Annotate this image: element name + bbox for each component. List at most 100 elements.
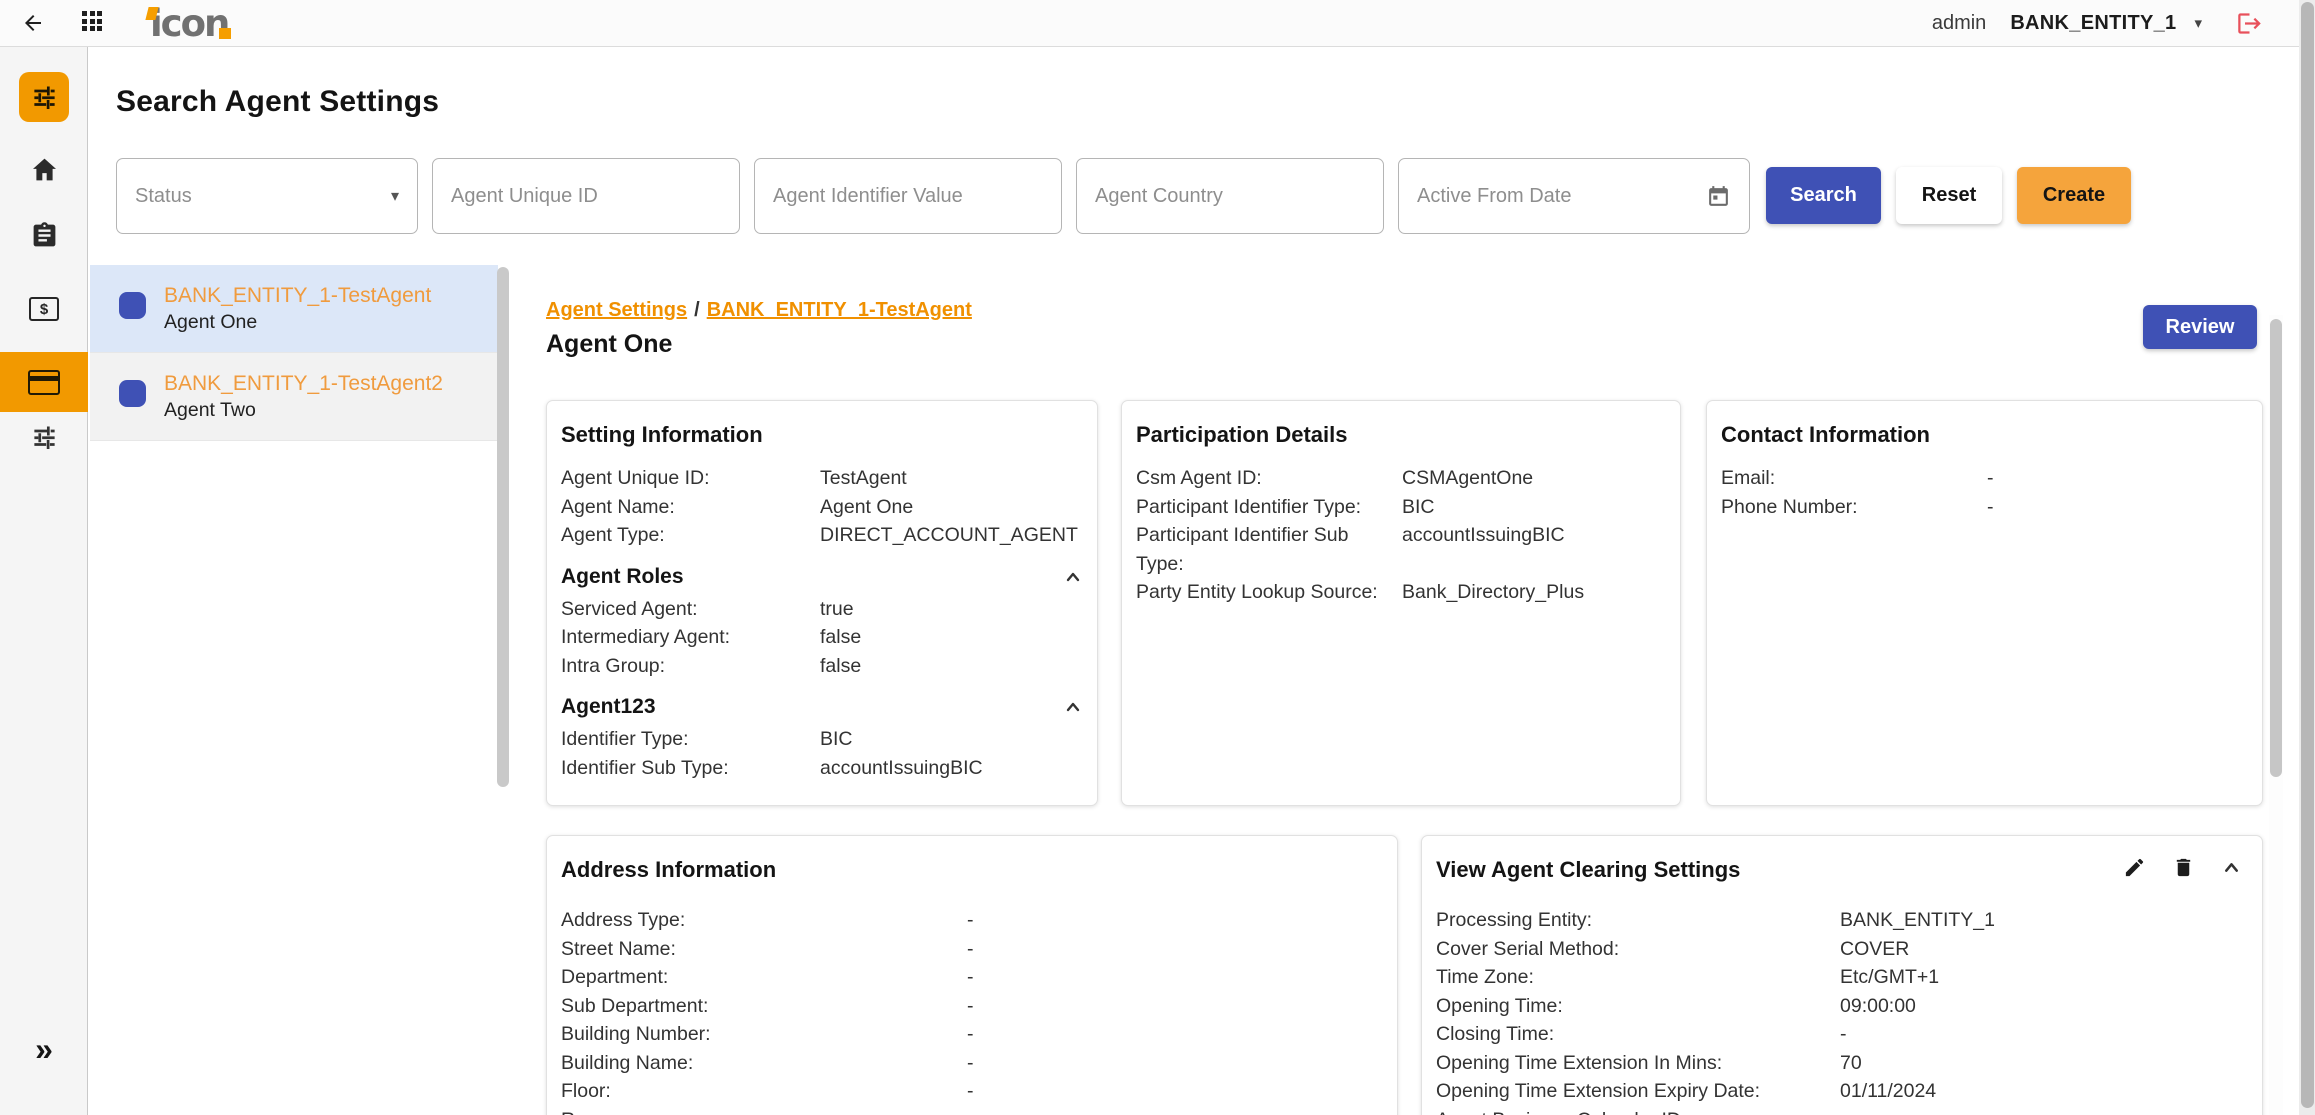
- detail-row: Room:-: [561, 1106, 1383, 1115]
- address-information-card: Address Information Address Type:- Stree…: [546, 835, 1398, 1115]
- card-title: View Agent Clearing Settings: [1436, 856, 1740, 884]
- entity-selector-label[interactable]: BANK_ENTITY_1: [2010, 12, 2176, 35]
- detail-row: Intermediary Agent:false: [561, 623, 1083, 652]
- list-item-agent-one[interactable]: BANK_ENTITY_1-TestAgent Agent One: [90, 265, 498, 353]
- agent-color-swatch: [119, 292, 146, 319]
- detail-row: Agent Unique ID:TestAgent: [561, 464, 1083, 493]
- detail-row: Sub Department:-: [561, 992, 1383, 1021]
- sidebar-item-tasks[interactable]: [0, 221, 88, 250]
- status-placeholder: Status: [135, 185, 391, 208]
- detail-row: Agent Business Calendar ID:-: [1436, 1106, 2248, 1115]
- payment-icon: $: [29, 297, 59, 321]
- tune-icon: [31, 84, 58, 111]
- breadcrumb-link-agent-settings[interactable]: Agent Settings: [546, 299, 687, 321]
- card-title: Contact Information: [1721, 421, 2248, 449]
- search-button[interactable]: Search: [1766, 167, 1881, 224]
- agent-name-label: Agent Two: [164, 397, 443, 423]
- sidebar-expand-icon[interactable]: »: [0, 1032, 88, 1066]
- detail-row: Floor:-: [561, 1077, 1383, 1106]
- card-title: Setting Information: [561, 421, 1083, 449]
- delete-trash-icon[interactable]: [2172, 856, 2195, 879]
- logo-text: icon: [150, 2, 228, 45]
- card-title: Participation Details: [1136, 421, 1666, 449]
- agent-id-label: BANK_ENTITY_1-TestAgent: [164, 282, 431, 309]
- agent-identifier-value-field[interactable]: [754, 158, 1062, 234]
- detail-row: Party Entity Lookup Source:Bank_Director…: [1136, 578, 1666, 607]
- sidebar-item-settings[interactable]: [0, 424, 88, 451]
- topbar: icon admin BANK_ENTITY_1 ▾: [0, 0, 2315, 47]
- active-from-date-field[interactable]: [1398, 158, 1750, 234]
- scrollbar-thumb[interactable]: [2270, 319, 2282, 777]
- calendar-icon[interactable]: [1706, 184, 1731, 209]
- logout-icon[interactable]: [2236, 10, 2263, 37]
- detail-row: Cover Serial Method:COVER: [1436, 935, 2248, 964]
- detail-row: Identifier Sub Type:accountIssuingBIC: [561, 754, 1083, 783]
- detail-row: Street Name:-: [561, 935, 1383, 964]
- back-icon[interactable]: [16, 6, 50, 40]
- detail-row: Email:-: [1721, 464, 2248, 493]
- detail-row: Processing Entity:BANK_ENTITY_1: [1436, 906, 2248, 935]
- detail-row: Closing Time:-: [1436, 1020, 2248, 1049]
- apps-grid-icon[interactable]: [82, 11, 106, 35]
- agent-unique-id-input[interactable]: [451, 185, 721, 208]
- breadcrumb-link-current-agent[interactable]: BANK_ENTITY_1-TestAgent: [707, 299, 972, 321]
- collapse-chevron-up-icon[interactable]: [1063, 567, 1083, 587]
- agent-detail-title: Agent One: [546, 330, 672, 359]
- setting-information-card: Setting Information Agent Unique ID:Test…: [546, 400, 1098, 806]
- agent-name-label: Agent One: [164, 309, 431, 335]
- collapse-chevron-up-icon[interactable]: [2221, 857, 2242, 878]
- main-content: Search Agent Settings Status ▾ Search Re…: [89, 47, 2299, 1115]
- participation-details-card: Participation Details Csm Agent ID:CSMAg…: [1121, 400, 1681, 806]
- detail-pane-scrollbar[interactable]: [2269, 315, 2283, 1115]
- review-button[interactable]: Review: [2143, 305, 2257, 349]
- sidebar-item-payments[interactable]: $: [0, 297, 88, 321]
- detail-row: Opening Time Extension Expiry Date:01/11…: [1436, 1077, 2248, 1106]
- contact-information-card: Contact Information Email:- Phone Number…: [1706, 400, 2263, 806]
- detail-row: Opening Time Extension In Mins:70: [1436, 1049, 2248, 1078]
- detail-row: Participant Identifier Type:BIC: [1136, 493, 1666, 522]
- agent-country-input[interactable]: [1095, 185, 1365, 208]
- tune-icon: [31, 424, 58, 451]
- detail-row: Department:-: [561, 963, 1383, 992]
- collapse-chevron-up-icon[interactable]: [1063, 697, 1083, 717]
- edit-pencil-icon[interactable]: [2123, 856, 2146, 879]
- breadcrumb-separator: /: [694, 299, 700, 321]
- sidebar-item-accounts-active[interactable]: [0, 352, 88, 412]
- detail-row: Serviced Agent:true: [561, 595, 1083, 624]
- detail-row: Participant Identifier Sub Type:accountI…: [1136, 521, 1666, 578]
- agent123-section-header: Agent123: [561, 695, 1083, 719]
- agent-id-label: BANK_ENTITY_1-TestAgent2: [164, 370, 443, 397]
- detail-row: Building Name:-: [561, 1049, 1383, 1078]
- agent-list-scrollbar[interactable]: [497, 267, 509, 787]
- page-title: Search Agent Settings: [116, 85, 439, 119]
- card-title: Address Information: [561, 856, 1383, 884]
- detail-row: Agent Name:Agent One: [561, 493, 1083, 522]
- scrollbar-thumb[interactable]: [2301, 2, 2314, 1108]
- clipboard-icon: [30, 221, 59, 250]
- credit-card-icon: [28, 370, 60, 395]
- detail-row: Time Zone:Etc/GMT+1: [1436, 963, 2248, 992]
- sidebar-item-agent-settings[interactable]: [19, 72, 69, 122]
- window-scrollbar[interactable]: [2299, 0, 2315, 1115]
- icon-logo: icon: [150, 5, 228, 42]
- active-from-date-input[interactable]: [1417, 185, 1706, 208]
- list-item-agent-two[interactable]: BANK_ENTITY_1-TestAgent2 Agent Two: [90, 353, 498, 441]
- agent-roles-section-header: Agent Roles: [561, 565, 1083, 589]
- detail-row: Identifier Type:BIC: [561, 725, 1083, 754]
- sidebar-item-home[interactable]: [0, 155, 88, 184]
- detail-row: Phone Number:-: [1721, 493, 2248, 522]
- app-window: icon admin BANK_ENTITY_1 ▾ $: [0, 0, 2315, 1115]
- create-button[interactable]: Create: [2017, 167, 2131, 224]
- agent-identifier-value-input[interactable]: [773, 185, 1043, 208]
- detail-row: Opening Time:09:00:00: [1436, 992, 2248, 1021]
- chevron-down-icon[interactable]: ▾: [2194, 14, 2202, 32]
- reset-button[interactable]: Reset: [1896, 167, 2002, 224]
- status-select[interactable]: Status ▾: [116, 158, 418, 234]
- agent-color-swatch: [119, 380, 146, 407]
- agent-country-field[interactable]: [1076, 158, 1384, 234]
- detail-row: Address Type:-: [561, 906, 1383, 935]
- detail-row: Agent Type:DIRECT_ACCOUNT_AGENT: [561, 521, 1083, 550]
- breadcrumb: Agent Settings / BANK_ENTITY_1-TestAgent: [546, 299, 972, 322]
- detail-row: Intra Group:false: [561, 652, 1083, 681]
- agent-unique-id-field[interactable]: [432, 158, 740, 234]
